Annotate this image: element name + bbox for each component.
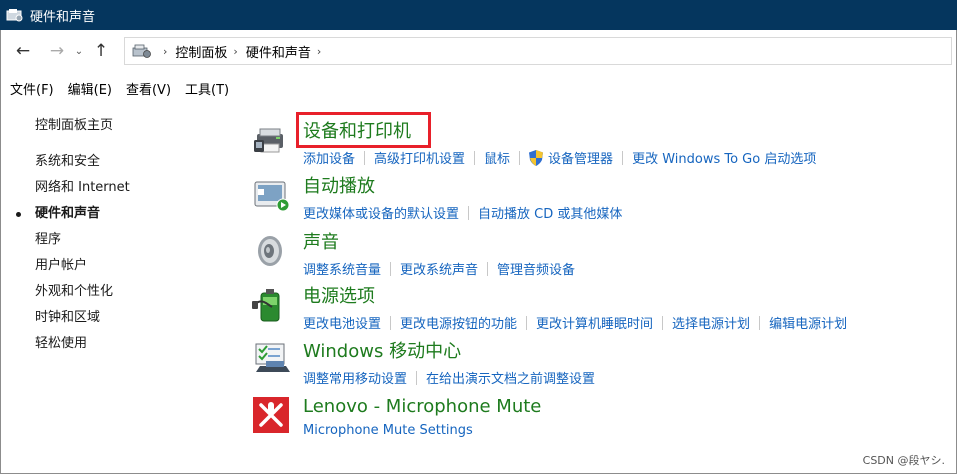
menu-tools[interactable]: 工具(T) (185, 79, 229, 98)
link-edit-power-plan[interactable]: 编辑电源计划 (769, 313, 847, 332)
window-title: 硬件和声音 (30, 9, 96, 25)
battery-icon (252, 285, 290, 323)
sidebar-item-hardware-sound: 硬件和声音 (16, 205, 130, 231)
sidebar-item-user-accounts[interactable]: 用户帐户 (35, 257, 130, 283)
sidebar-item-network[interactable]: 网络和 Internet (35, 179, 130, 205)
menu-file[interactable]: 文件(F) (10, 79, 54, 98)
breadcrumb-control-panel[interactable]: 控制面板 (175, 42, 227, 61)
link-autoplay-cd[interactable]: 自动播放 CD 或其他媒体 (478, 203, 622, 222)
link-divider (390, 261, 392, 276)
link-divider (474, 150, 476, 165)
category-links: Microphone Mute Settings (303, 423, 473, 438)
link-mouse[interactable]: 鼠标 (484, 148, 510, 167)
category-title-mobility-center[interactable]: Windows 移动中心 (303, 340, 461, 364)
link-advanced-printer-setup[interactable]: 高级打印机设置 (374, 148, 465, 167)
sidebar-item-programs[interactable]: 程序 (35, 231, 130, 257)
link-power-button-function[interactable]: 更改电源按钮的功能 (400, 313, 517, 332)
category-links: 调整系统音量 更改系统声音 管理音频设备 (303, 259, 575, 278)
menu-view[interactable]: 查看(V) (126, 79, 171, 98)
autoplay-icon (252, 175, 290, 213)
sidebar-item-home[interactable]: 控制面板主页 (35, 117, 130, 143)
link-microphone-mute-settings[interactable]: Microphone Mute Settings (303, 423, 473, 438)
sidebar-item-appearance[interactable]: 外观和个性化 (35, 283, 130, 309)
link-divider (519, 150, 521, 165)
link-divider (416, 370, 418, 385)
breadcrumb-separator[interactable]: › (233, 45, 237, 58)
category-links: 添加设备 高级打印机设置 鼠标 设备管理器 更改 Windows To Go 启… (303, 148, 816, 167)
up-button[interactable]: ↑ (88, 38, 114, 64)
category-links: 调整常用移动设置 在给出演示文档之前调整设置 (303, 368, 595, 387)
link-divider (759, 315, 761, 330)
link-divider (662, 315, 664, 330)
breadcrumb-separator: › (163, 44, 168, 58)
link-change-media-defaults[interactable]: 更改媒体或设备的默认设置 (303, 203, 459, 222)
link-divider (487, 261, 489, 276)
back-button[interactable]: ← (10, 38, 36, 64)
menu-bar: 文件(F) 编辑(E) 查看(V) 工具(T) (0, 76, 243, 100)
link-change-sounds[interactable]: 更改系统声音 (400, 259, 478, 278)
control-panel-icon (6, 7, 24, 23)
uac-shield-icon (529, 149, 544, 166)
link-choose-power-plan[interactable]: 选择电源计划 (672, 313, 750, 332)
address-bar[interactable]: › 控制面板 › 硬件和声音 › (124, 37, 952, 65)
category-title-sound[interactable]: 声音 (303, 231, 339, 255)
recent-locations-button[interactable]: ⌄ (70, 38, 88, 64)
category-title-lenovo-mic-mute[interactable]: Lenovo - Microphone Mute (303, 395, 541, 419)
printer-icon (252, 120, 290, 158)
highlight-box (296, 112, 431, 148)
breadcrumb-separator[interactable]: › (317, 45, 321, 58)
link-adjust-volume[interactable]: 调整系统音量 (303, 259, 381, 278)
link-divider (390, 315, 392, 330)
link-divider (468, 205, 470, 220)
link-adjust-mobility-settings[interactable]: 调整常用移动设置 (303, 368, 407, 387)
category-title-power-options[interactable]: 电源选项 (303, 285, 375, 309)
link-divider (622, 150, 624, 165)
microphone-mute-icon (252, 395, 290, 433)
sidebar: 控制面板主页 系统和安全 网络和 Internet 硬件和声音 程序 用户帐户 … (16, 117, 130, 361)
breadcrumb-hardware-sound[interactable]: 硬件和声音 (246, 42, 311, 61)
menu-edit[interactable]: 编辑(E) (68, 79, 112, 98)
watermark: CSDN @段ヤシ. (862, 454, 945, 467)
title-bar: 硬件和声音 (0, 0, 957, 30)
speaker-icon (252, 231, 290, 269)
forward-button[interactable]: → (44, 38, 70, 64)
sidebar-item-system-security[interactable]: 系统和安全 (35, 153, 130, 179)
link-windows-to-go[interactable]: 更改 Windows To Go 启动选项 (632, 148, 816, 167)
category-title-autoplay[interactable]: 自动播放 (303, 175, 375, 199)
link-add-device[interactable]: 添加设备 (303, 148, 355, 167)
link-sleep-time[interactable]: 更改计算机睡眠时间 (536, 313, 653, 332)
sidebar-item-clock-region[interactable]: 时钟和区域 (35, 309, 130, 335)
link-divider (526, 315, 528, 330)
navigation-bar: ← → ⌄ ↑ › 控制面板 › 硬件和声音 › (0, 30, 957, 72)
link-presentation-settings[interactable]: 在给出演示文档之前调整设置 (426, 368, 595, 387)
category-links: 更改电池设置 更改电源按钮的功能 更改计算机睡眠时间 选择电源计划 编辑电源计划 (303, 313, 847, 332)
control-panel-icon (131, 43, 153, 59)
link-device-manager[interactable]: 设备管理器 (548, 148, 613, 167)
link-battery-settings[interactable]: 更改电池设置 (303, 313, 381, 332)
mobility-center-icon (252, 340, 290, 378)
category-links: 更改媒体或设备的默认设置 自动播放 CD 或其他媒体 (303, 203, 622, 222)
sidebar-item-ease-of-access[interactable]: 轻松使用 (35, 335, 130, 361)
link-divider (364, 150, 366, 165)
link-manage-audio-devices[interactable]: 管理音频设备 (497, 259, 575, 278)
